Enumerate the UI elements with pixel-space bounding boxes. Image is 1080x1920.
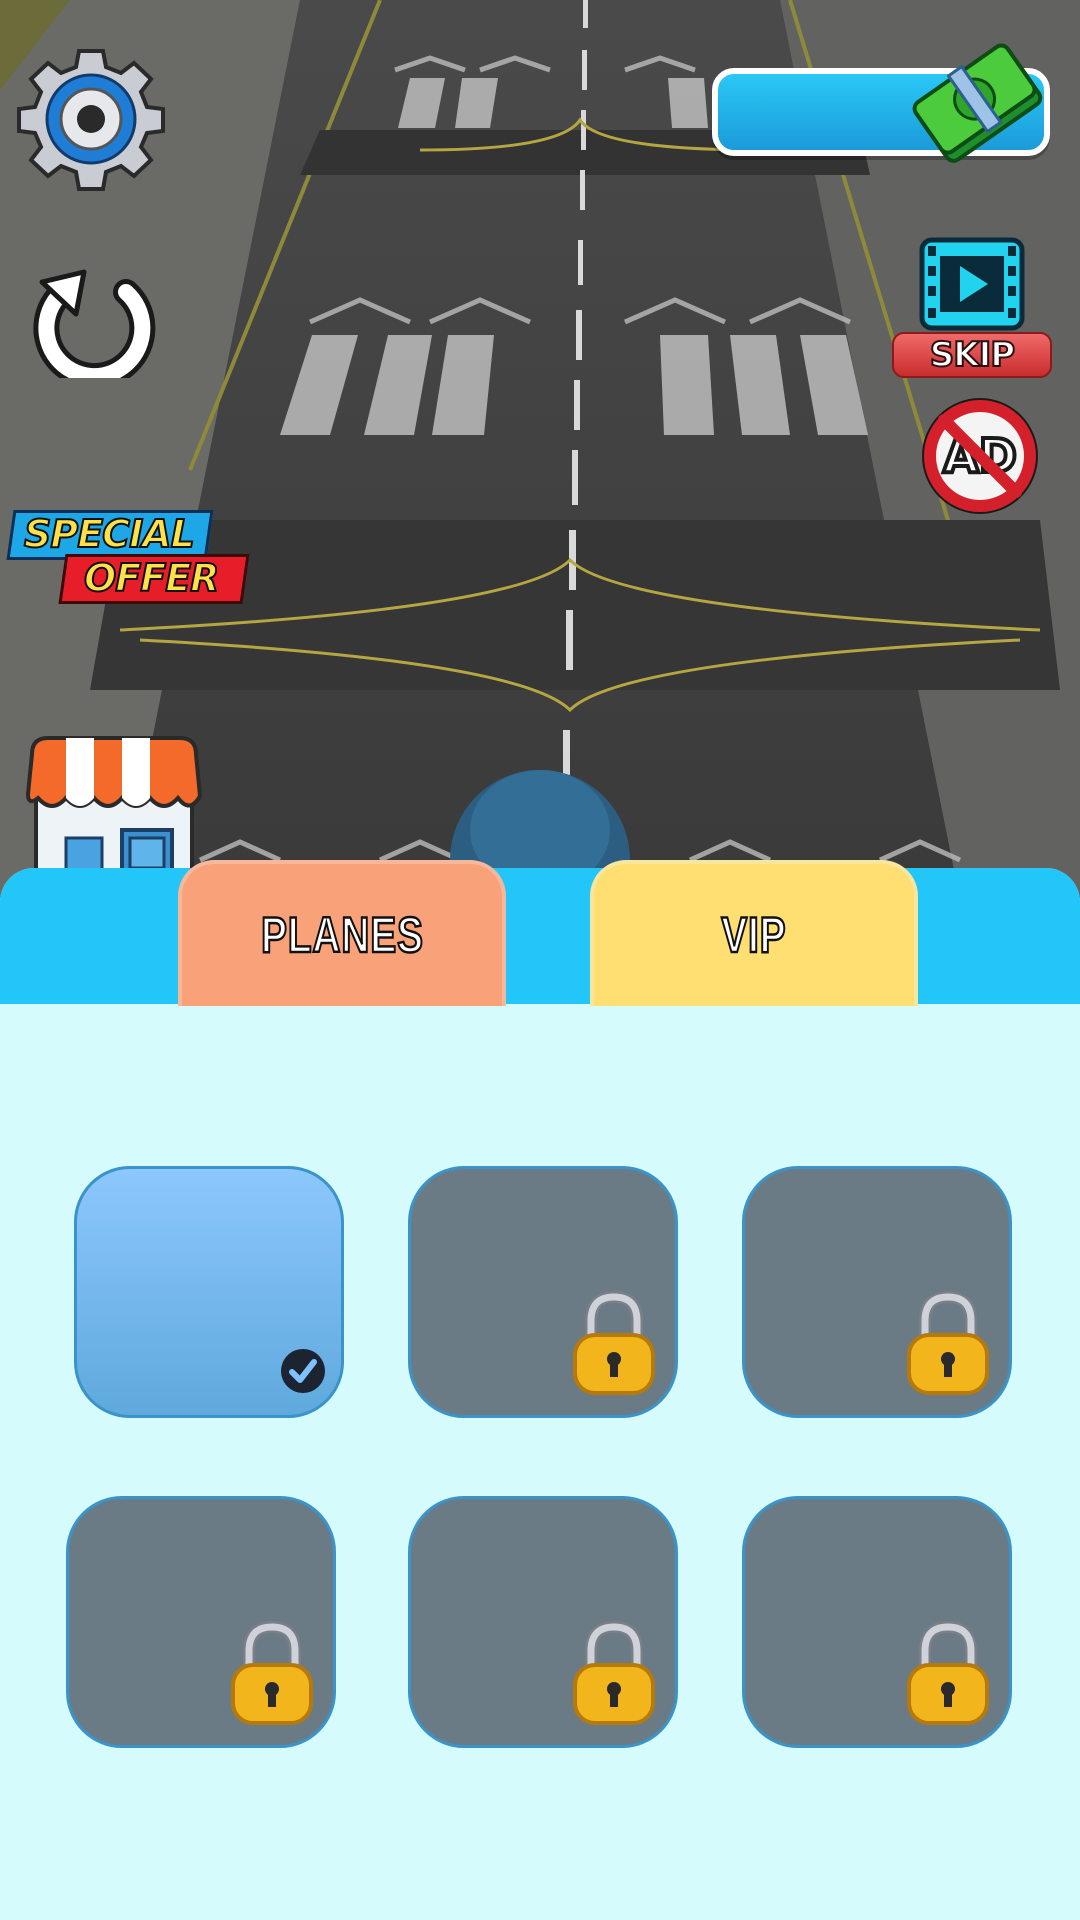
video-skip-icon: [919, 237, 1025, 331]
special-offer-button[interactable]: SPECIAL OFFER: [6, 510, 250, 606]
cash-icon: [908, 34, 1048, 174]
check-icon: [281, 1349, 325, 1393]
special-offer-line2: OFFER: [83, 555, 220, 601]
skip-button[interactable]: SKIP: [890, 236, 1054, 386]
tab-planes-label: PLANES: [260, 906, 424, 965]
tab-vip[interactable]: VIP: [590, 860, 918, 1006]
lock-icon: [231, 1621, 313, 1725]
plane-slot-4[interactable]: [66, 1496, 336, 1748]
plane-slot-1[interactable]: [74, 1166, 344, 1418]
no-ads-icon: AD: [922, 398, 1038, 514]
plane-slot-6[interactable]: [742, 1496, 1012, 1748]
restart-button[interactable]: [28, 258, 158, 390]
tab-planes[interactable]: PLANES: [178, 860, 506, 1006]
special-offer-line1: SPECIAL: [23, 511, 196, 557]
lock-icon: [907, 1621, 989, 1725]
lock-icon: [907, 1291, 989, 1395]
settings-button[interactable]: [16, 44, 166, 194]
gear-icon: [17, 49, 165, 191]
plane-slot-3[interactable]: [742, 1166, 1012, 1418]
panel-header: [0, 868, 1080, 1004]
no-ads-button[interactable]: AD: [918, 394, 1042, 518]
plane-slot-2[interactable]: [408, 1166, 678, 1418]
plane-slot-5[interactable]: [408, 1496, 678, 1748]
lock-icon: [573, 1621, 655, 1725]
restart-icon: [33, 269, 156, 390]
skip-label: SKIP: [892, 332, 1052, 378]
tab-vip-label: VIP: [720, 906, 787, 965]
lock-icon: [573, 1291, 655, 1395]
